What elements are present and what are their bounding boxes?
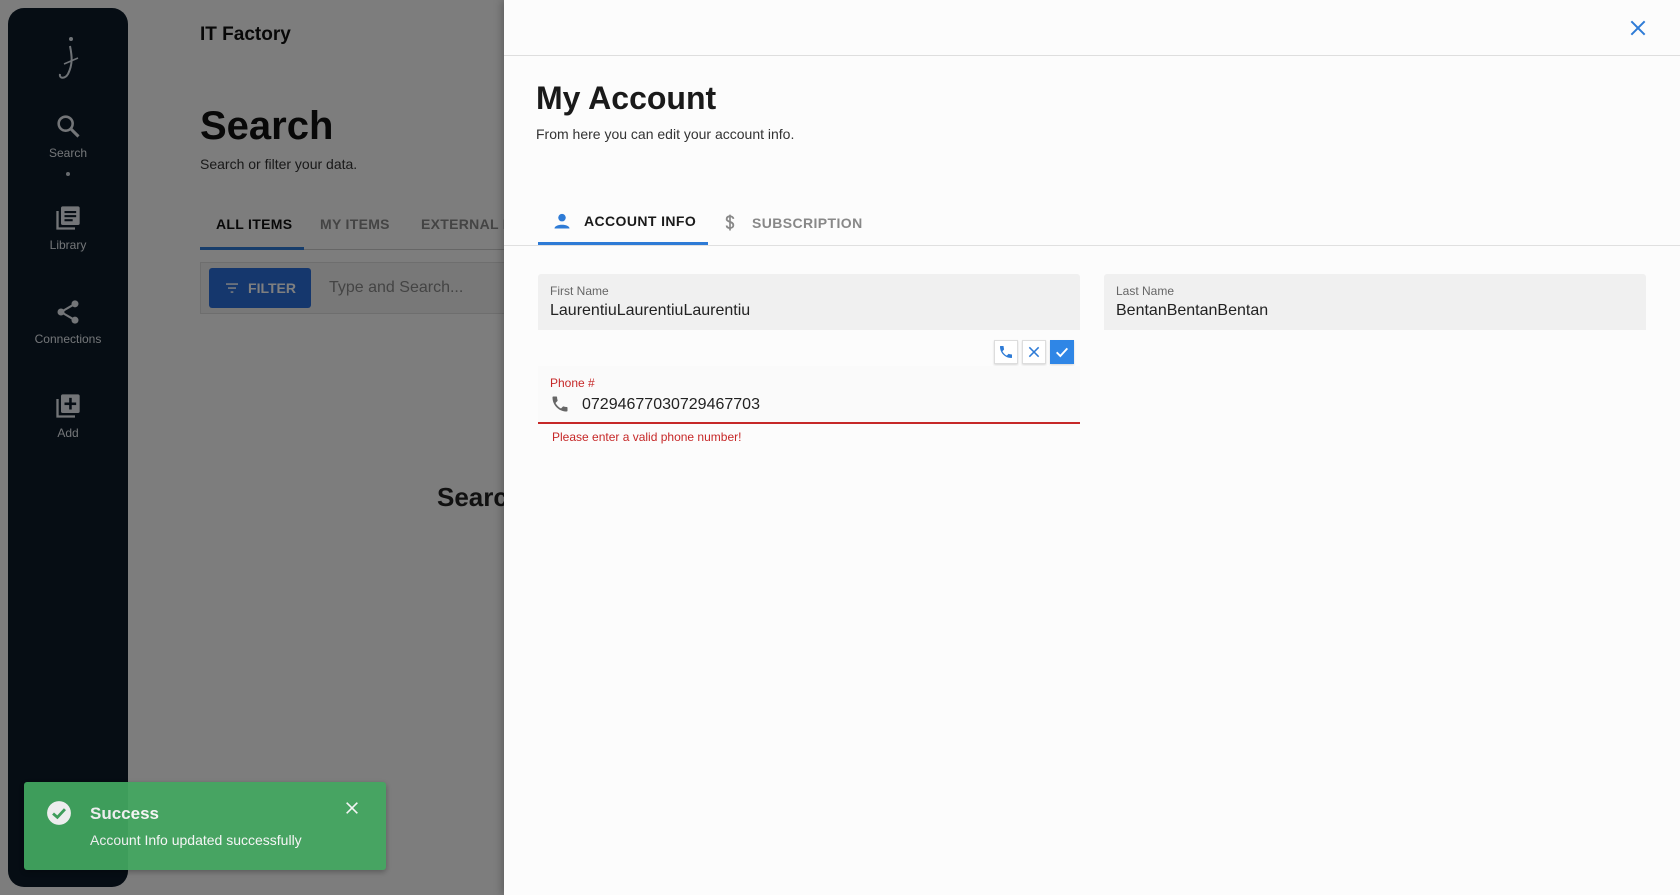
first-name-value[interactable]: LaurentiuLaurentiuLaurentiu	[550, 302, 750, 320]
phone-edit-actions	[994, 340, 1074, 364]
first-name-field[interactable]: First Name LaurentiuLaurentiuLaurentiu	[538, 274, 1080, 330]
confirm-edit-button[interactable]	[1050, 340, 1074, 364]
cancel-edit-button[interactable]	[1022, 340, 1046, 364]
phone-value[interactable]: 07294677030729467703	[582, 396, 760, 414]
person-icon	[554, 213, 570, 229]
call-button[interactable]	[994, 340, 1018, 364]
drawer-subtitle: From here you can edit your account info…	[536, 126, 795, 142]
last-name-value[interactable]: BentanBentanBentan	[1116, 302, 1268, 320]
last-name-field[interactable]: Last Name BentanBentanBentan	[1104, 274, 1646, 330]
check-circle-icon	[46, 800, 72, 831]
drawer-title: My Account	[536, 80, 717, 116]
tab-label: ACCOUNT INFO	[584, 213, 697, 229]
phone-field[interactable]: Phone # 07294677030729467703	[538, 366, 1080, 424]
close-icon[interactable]	[1628, 18, 1648, 43]
drawer-header	[504, 0, 1680, 56]
check-icon	[1056, 347, 1069, 358]
tab-label: SUBSCRIPTION	[752, 214, 863, 231]
toast-title: Success	[90, 804, 159, 823]
account-tabs: ACCOUNT INFO SUBSCRIPTION	[504, 200, 1680, 246]
dollar-icon	[725, 214, 735, 230]
tab-account-info[interactable]: ACCOUNT INFO	[538, 200, 708, 245]
tab-subscription[interactable]: SUBSCRIPTION	[720, 200, 863, 245]
phone-icon	[1000, 346, 1012, 358]
toast-close-icon[interactable]	[344, 800, 360, 821]
toast-message: Account Info updated successfully	[90, 832, 302, 848]
phone-error-message: Please enter a valid phone number!	[552, 430, 742, 444]
phone-label: Phone #	[550, 376, 595, 390]
last-name-label: Last Name	[1116, 284, 1175, 298]
phone-icon	[550, 394, 570, 419]
close-icon	[1028, 346, 1040, 358]
account-drawer: My Account From here you can edit your a…	[504, 0, 1680, 895]
first-name-label: First Name	[550, 284, 609, 298]
success-toast: Success Account Info updated successfull…	[24, 782, 386, 870]
